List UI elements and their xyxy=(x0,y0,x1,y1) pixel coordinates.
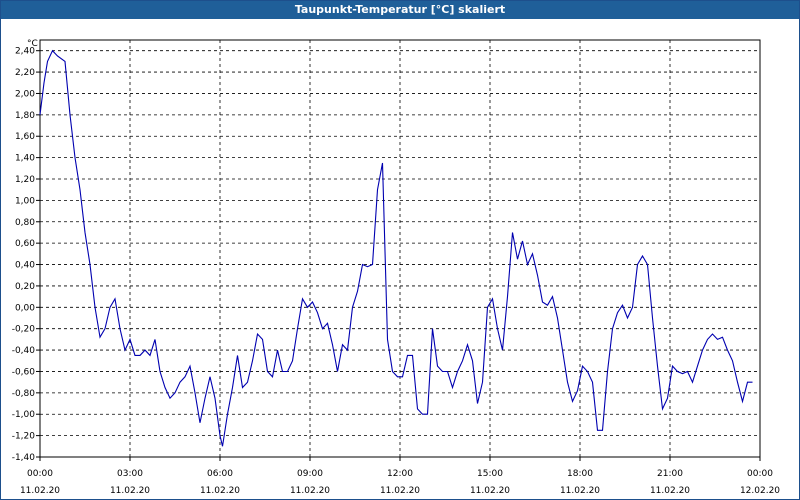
y-tick-label: 0,80 xyxy=(15,218,35,228)
series-line-dewpoint xyxy=(39,49,753,447)
x-tick-time: 12:00 xyxy=(387,469,413,479)
x-tick-date: 12.02.20 xyxy=(740,486,780,496)
y-tick-label: -0,80 xyxy=(12,389,36,399)
x-tick-date: 11.02.20 xyxy=(380,486,420,496)
x-tick-time: 15:00 xyxy=(477,469,503,479)
y-tick-label: 2,00 xyxy=(15,89,35,99)
x-tick-time: 03:00 xyxy=(117,469,143,479)
x-tick-date: 11.02.20 xyxy=(200,486,240,496)
y-tick-label: 2,40 xyxy=(15,47,35,57)
y-tick-label: -1,00 xyxy=(12,410,36,420)
x-tick-time: 00:00 xyxy=(747,469,773,479)
y-tick-label: -0,40 xyxy=(12,346,36,356)
y-tick-label: 1,40 xyxy=(15,154,35,164)
y-tick-label: 1,20 xyxy=(15,175,35,185)
x-tick-date: 11.02.20 xyxy=(290,486,330,496)
x-tick-time: 00:00 xyxy=(27,469,53,479)
y-tick-label: -1,40 xyxy=(12,453,36,463)
x-tick-time: 06:00 xyxy=(207,469,233,479)
dewpoint-chart: °C2,402,202,001,801,601,401,201,000,800,… xyxy=(12,39,781,496)
y-tick-label: 1,60 xyxy=(15,132,35,142)
x-tick-time: 09:00 xyxy=(297,469,323,479)
y-tick-label: 1,00 xyxy=(15,196,35,206)
x-tick-time: 21:00 xyxy=(657,469,683,479)
x-tick-date: 11.02.20 xyxy=(650,486,690,496)
y-tick-label: 0,00 xyxy=(15,303,35,313)
x-tick-date: 11.02.20 xyxy=(110,486,150,496)
x-tick-date: 11.02.20 xyxy=(20,486,60,496)
x-tick-time: 18:00 xyxy=(567,469,593,479)
y-tick-label: -1,20 xyxy=(12,432,36,442)
y-tick-label: 1,80 xyxy=(15,111,35,121)
x-tick-date: 11.02.20 xyxy=(470,486,510,496)
y-tick-label: -0,20 xyxy=(12,325,36,335)
y-tick-label: 0,20 xyxy=(15,282,35,292)
y-tick-label: 0,60 xyxy=(15,239,35,249)
y-tick-label: -0,60 xyxy=(12,367,36,377)
y-tick-label: 2,20 xyxy=(15,68,35,78)
x-tick-date: 11.02.20 xyxy=(560,486,600,496)
y-tick-label: 0,40 xyxy=(15,261,35,271)
